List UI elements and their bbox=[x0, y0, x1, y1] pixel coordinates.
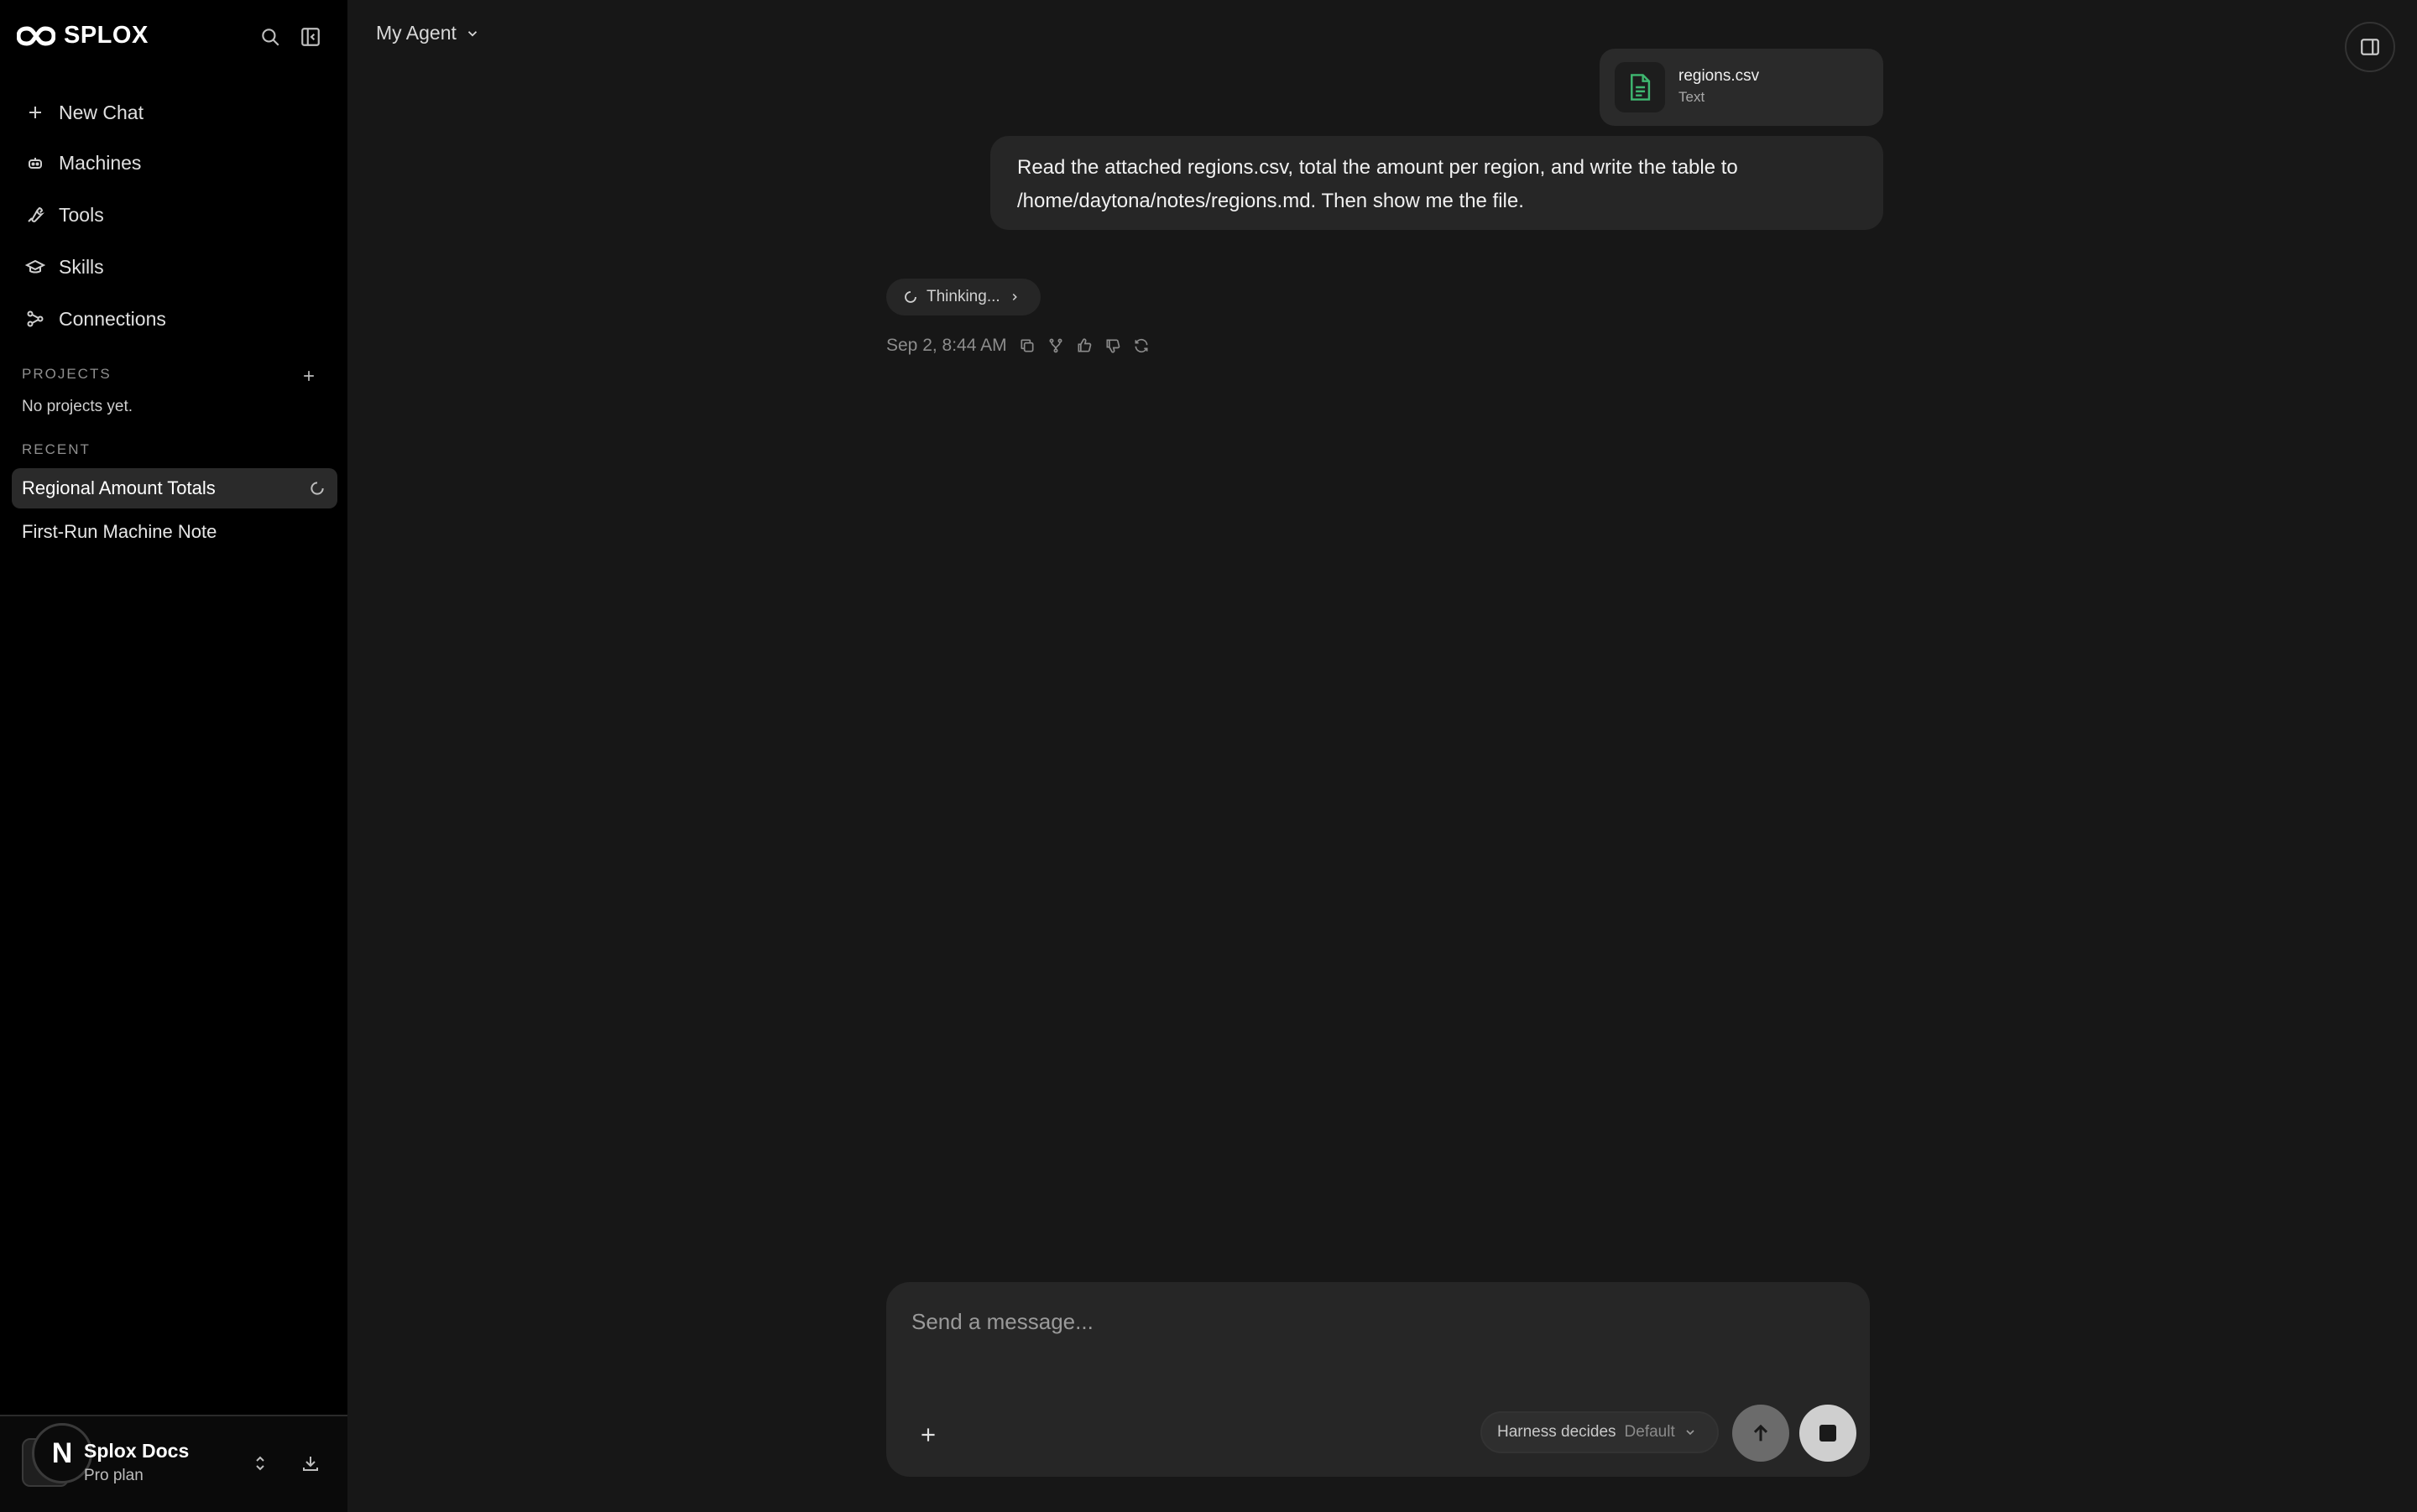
search-icon bbox=[262, 29, 279, 46]
harness-value: Default bbox=[1624, 1423, 1675, 1441]
thumbs-down-icon bbox=[1106, 339, 1120, 353]
search-button[interactable] bbox=[253, 20, 287, 54]
loading-spinner-icon bbox=[905, 291, 916, 303]
connections-icon bbox=[27, 310, 44, 327]
recent-chat-title: Regional Amount Totals bbox=[22, 477, 216, 498]
user-message: Read the attached regions.csv, total the… bbox=[990, 136, 1883, 230]
attachment-name: regions.csv bbox=[1678, 67, 1760, 85]
sidebar-collapse-icon bbox=[301, 28, 320, 46]
robot-icon bbox=[29, 158, 42, 169]
nav-label: Tools bbox=[59, 203, 104, 226]
plus-icon bbox=[304, 371, 314, 381]
nav-label: Machines bbox=[59, 151, 142, 174]
collapse-sidebar-button[interactable] bbox=[294, 20, 327, 54]
add-project-button[interactable] bbox=[292, 359, 326, 393]
thumbs-down-button[interactable] bbox=[1104, 337, 1121, 354]
brand-name: SPLOX bbox=[64, 22, 149, 49]
arrow-up-icon bbox=[1753, 1424, 1768, 1442]
thinking-label: Thinking... bbox=[927, 288, 1000, 305]
harness-label: Harness decides bbox=[1497, 1423, 1616, 1441]
stop-icon bbox=[1819, 1425, 1836, 1442]
send-button[interactable] bbox=[1732, 1405, 1789, 1462]
nav-label: Skills bbox=[59, 255, 104, 278]
graduation-cap-icon bbox=[25, 259, 45, 274]
recent-chat-regional-amount-totals[interactable]: Regional Amount Totals bbox=[12, 468, 337, 508]
message-timestamp: Sep 2, 8:44 AM bbox=[886, 336, 1007, 355]
copy-icon bbox=[1021, 339, 1034, 352]
thinking-toggle[interactable]: Thinking... bbox=[886, 279, 1041, 315]
infinity-logo-icon bbox=[17, 25, 55, 46]
chevron-right-icon bbox=[1012, 293, 1017, 301]
chevron-down-icon bbox=[1686, 1430, 1694, 1436]
recent-heading: RECENT bbox=[22, 441, 91, 457]
branch-button[interactable] bbox=[1047, 337, 1064, 354]
download-icon bbox=[303, 1457, 318, 1471]
attachment-type: Text bbox=[1678, 89, 1705, 105]
nav-new-chat[interactable]: New Chat bbox=[12, 91, 336, 134]
workspace-plan: Pro plan bbox=[84, 1467, 144, 1484]
projects-empty-text: No projects yet. bbox=[22, 398, 133, 415]
download-button[interactable] bbox=[294, 1447, 327, 1480]
nav-label: New Chat bbox=[59, 101, 144, 123]
message-composer: Harness decides Default bbox=[886, 1282, 1870, 1477]
sidebar: SPLOX New Chat Machines Tools Skills Con… bbox=[0, 0, 347, 1512]
agent-selector[interactable]: My Agent bbox=[376, 22, 480, 44]
brand-logo[interactable]: SPLOX bbox=[17, 22, 149, 50]
nav-skills[interactable]: Skills bbox=[12, 245, 336, 289]
panel-right-icon bbox=[2361, 39, 2379, 55]
regenerate-button[interactable] bbox=[1133, 337, 1150, 354]
message-meta: Sep 2, 8:44 AM bbox=[886, 336, 1150, 356]
stop-button[interactable] bbox=[1799, 1405, 1856, 1462]
harness-selector[interactable]: Harness decides Default bbox=[1480, 1411, 1719, 1453]
copy-button[interactable] bbox=[1019, 337, 1036, 354]
chevron-down-icon bbox=[467, 30, 478, 37]
loading-spinner-icon bbox=[311, 482, 324, 495]
toggle-right-panel-button[interactable] bbox=[2345, 22, 2395, 72]
plus-icon bbox=[29, 107, 41, 118]
nav-label: Connections bbox=[59, 307, 166, 330]
attachment-card[interactable]: regions.csv Text bbox=[1600, 49, 1883, 126]
thumbs-up-button[interactable] bbox=[1076, 337, 1093, 354]
git-branch-icon bbox=[1049, 338, 1062, 353]
chevron-up-down-icon bbox=[256, 1456, 264, 1471]
thumbs-up-icon bbox=[1078, 338, 1091, 352]
projects-heading: PROJECTS bbox=[22, 366, 112, 382]
nav-connections[interactable]: Connections bbox=[12, 297, 336, 341]
wrench-icon bbox=[28, 206, 45, 222]
message-input[interactable] bbox=[910, 1301, 1836, 1343]
workspace-switcher-button[interactable] bbox=[243, 1447, 277, 1480]
plus-icon bbox=[921, 1428, 935, 1442]
nav-machines[interactable]: Machines bbox=[12, 141, 336, 185]
workspace-name[interactable]: Splox Docs bbox=[84, 1440, 189, 1462]
recent-chat-first-run-machine-note[interactable]: First-Run Machine Note bbox=[12, 512, 337, 552]
add-attachment-button[interactable] bbox=[908, 1415, 948, 1455]
refresh-icon bbox=[1135, 338, 1148, 353]
file-text-icon bbox=[1631, 74, 1651, 101]
nav-tools[interactable]: Tools bbox=[12, 193, 336, 237]
attachment-icon-box bbox=[1615, 62, 1665, 112]
agent-name: My Agent bbox=[376, 22, 457, 44]
recent-chat-title: First-Run Machine Note bbox=[22, 521, 217, 542]
